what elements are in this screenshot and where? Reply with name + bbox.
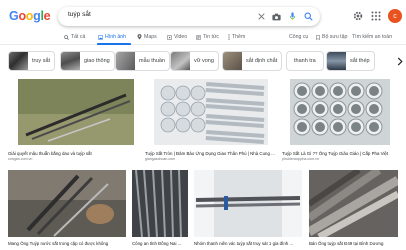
result-title[interactable]: Tuýp Sắt Tròn | Đảm Bảo Ứng Dụng Giao Th… <box>145 151 277 156</box>
result-title[interactable]: Giải quyết mâu thuẫn bằng dao và tuýp sắ… <box>8 151 138 156</box>
result-thumbnail[interactable] <box>309 170 398 237</box>
chip-thumbnail <box>327 52 346 70</box>
result-title[interactable]: Bán Ống tuýp sắt Đ49 tại Bình Dương <box>309 241 398 246</box>
chip-vu-vong[interactable]: vữ vong <box>170 51 219 71</box>
tools-button[interactable]: Công cụ <box>289 34 308 40</box>
chip-truy-sat[interactable]: truy sắt <box>8 51 56 71</box>
result-title[interactable]: Tuýp Sắt Là Gì ?? Ống Tuýp Giảo Giáo | C… <box>282 151 398 156</box>
image-result[interactable]: Giải quyết mâu thuẫn bằng dao và tuýp sắ… <box>8 79 138 161</box>
chip-thumbnail <box>9 52 28 70</box>
search-icon <box>64 34 69 40</box>
chevron-right-icon[interactable] <box>393 54 406 68</box>
result-title[interactable]: Nhóm thanh niên vác tuýp sắt truy sát 1 … <box>194 241 302 246</box>
result-thumbnail[interactable] <box>18 79 134 145</box>
google-logo[interactable]: Google <box>9 9 51 23</box>
image-result[interactable]: Nhóm thanh niên vác tuýp sắt truy sát 1 … <box>194 170 302 250</box>
related-search-chips: truy sắt giao thông mẫu thuần vữ vong sắ… <box>0 51 406 71</box>
chip-giao-thong[interactable]: giao thông <box>60 51 115 71</box>
image-result[interactable]: Tuýp Sắt Tròn | Đảm Bảo Ứng Dụng Giao Th… <box>145 79 277 161</box>
chip-thumbnail <box>223 52 242 70</box>
settings-gear-icon[interactable] <box>352 10 364 22</box>
tab-more[interactable]: Thêm <box>228 34 245 40</box>
search-tabs: Tất cả Hình ảnh Maps Video Tin tức Thêm … <box>0 30 406 45</box>
search-input[interactable]: tuýp sắt <box>68 11 91 18</box>
search-icon[interactable] <box>303 11 314 22</box>
result-thumbnail[interactable] <box>132 170 188 237</box>
active-tab-indicator <box>97 43 131 45</box>
result-thumbnail[interactable] <box>8 170 126 237</box>
chip-thumbnail <box>116 52 135 70</box>
image-result[interactable]: Công an tỉnh Đồng Nai ... <box>132 170 188 250</box>
chip-mau-thuan[interactable]: mẫu thuần <box>115 51 170 71</box>
more-icon <box>228 34 230 40</box>
account-avatar[interactable]: c <box>388 9 402 23</box>
tab-all[interactable]: Tất cả <box>64 34 85 40</box>
map-pin-icon <box>137 34 142 40</box>
result-source[interactable]: giangaschuan.com <box>145 157 175 161</box>
result-title[interactable]: Công an tỉnh Đồng Nai ... <box>132 241 188 246</box>
tab-news[interactable]: Tin tức <box>196 34 219 40</box>
tab-images[interactable]: Hình ảnh <box>98 34 126 40</box>
tab-video[interactable]: Video <box>167 34 187 40</box>
collections-button[interactable]: Bộ sưu tập <box>316 34 347 40</box>
chip-sat-thep[interactable]: sắt thép <box>326 51 375 71</box>
microphone-icon[interactable] <box>287 11 298 22</box>
image-result[interactable]: Tuýp Sắt Là Gì ?? Ống Tuýp Giảo Giáo | C… <box>282 79 398 161</box>
video-icon <box>167 34 172 40</box>
header: Google tuýp sắt c <box>0 0 406 30</box>
news-icon <box>196 34 201 40</box>
camera-icon[interactable] <box>271 11 282 22</box>
search-box[interactable]: tuýp sắt <box>58 7 320 26</box>
image-result[interactable]: Mang Ống Tuýp nước sắt trong cặp có được… <box>8 170 126 250</box>
chip-sat-dinh-chat[interactable]: sắt định chắt <box>222 51 283 71</box>
clear-icon[interactable] <box>256 11 267 22</box>
chip-thanh-tra[interactable]: thanh tra <box>286 51 324 71</box>
image-result[interactable]: Bán Ống tuýp sắt Đ49 tại Bình Dương <box>309 170 398 250</box>
safesearch-button[interactable]: Tìm kiếm an toàn <box>352 34 392 40</box>
result-source[interactable]: congan.com.vn <box>8 157 32 161</box>
chip-thumbnail <box>61 52 80 70</box>
result-thumbnail[interactable] <box>290 79 390 145</box>
result-thumbnail[interactable] <box>194 170 302 237</box>
result-thumbnail[interactable] <box>154 79 268 145</box>
apps-grid-icon[interactable] <box>370 10 382 22</box>
result-title[interactable]: Mang Ống Tuýp nước sắt trong cặp có được… <box>8 241 126 246</box>
bookmark-icon <box>316 34 320 40</box>
tab-maps[interactable]: Maps <box>137 34 157 40</box>
result-source[interactable]: phukiencoppha.com.vn <box>282 157 319 161</box>
image-icon <box>98 34 103 40</box>
chip-thumbnail <box>171 52 190 70</box>
